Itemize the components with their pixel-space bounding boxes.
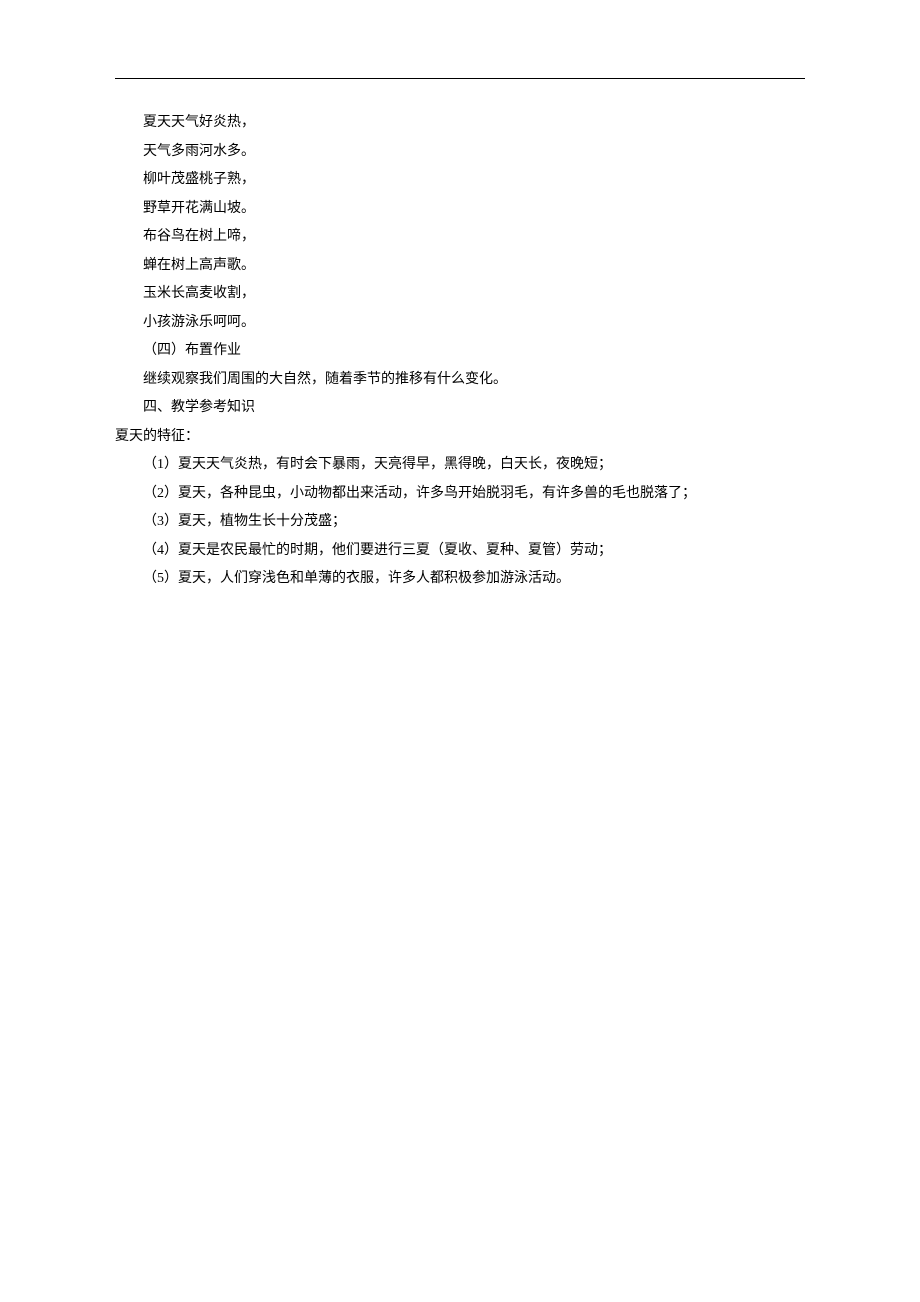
text: （4）夏天是农民最忙的时期，他们要进行三夏（夏收、夏种、夏管）劳动； — [143, 543, 612, 558]
body-line: （3）夏天，植物生长十分茂盛； — [115, 508, 805, 537]
text: 夏天天气好炎热， — [143, 115, 255, 130]
text: 玉米长高麦收割， — [143, 286, 255, 301]
body-line: （四）布置作业 — [115, 337, 805, 366]
body-line: （4）夏天是农民最忙的时期，他们要进行三夏（夏收、夏种、夏管）劳动； — [115, 537, 805, 566]
text: （1）夏天天气炎热，有时会下暴雨，天亮得早，黑得晚，白天长，夜晚短； — [143, 457, 612, 472]
body-line: 夏天的特征： — [115, 423, 805, 452]
body-line: （1）夏天天气炎热，有时会下暴雨，天亮得早，黑得晚，白天长，夜晚短； — [115, 451, 805, 480]
text: 小孩游泳乐呵呵。 — [143, 315, 255, 330]
document-page: 夏天天气好炎热， 天气多雨河水多。 柳叶茂盛桃子熟， 野草开花满山坡。 布谷鸟在… — [0, 0, 920, 594]
body-line: 蝉在树上高声歌。 — [115, 252, 805, 281]
body-line: 玉米长高麦收割， — [115, 280, 805, 309]
body-line: 小孩游泳乐呵呵。 — [115, 309, 805, 338]
text: 布谷鸟在树上啼， — [143, 229, 255, 244]
body-line: 野草开花满山坡。 — [115, 195, 805, 224]
text: 蝉在树上高声歌。 — [143, 258, 255, 273]
body-line: 继续观察我们周围的大自然，随着季节的推移有什么变化。 — [115, 366, 805, 395]
body-line: （5）夏天，人们穿浅色和单薄的衣服，许多人都积极参加游泳活动。 — [115, 565, 805, 594]
text: （5）夏天，人们穿浅色和单薄的衣服，许多人都积极参加游泳活动。 — [143, 571, 570, 586]
text: （2）夏天，各种昆虫，小动物都出来活动，许多鸟开始脱羽毛，有许多兽的毛也脱落了； — [143, 486, 696, 501]
text: 夏天的特征： — [115, 429, 199, 444]
text: （四）布置作业 — [143, 343, 241, 358]
text: 柳叶茂盛桃子熟， — [143, 172, 255, 187]
body-line: 柳叶茂盛桃子熟， — [115, 166, 805, 195]
body-line: 天气多雨河水多。 — [115, 138, 805, 167]
body-line: 四、教学参考知识 — [115, 394, 805, 423]
text: 四、教学参考知识 — [143, 400, 255, 415]
body-line: 布谷鸟在树上啼， — [115, 223, 805, 252]
body-line: （2）夏天，各种昆虫，小动物都出来活动，许多鸟开始脱羽毛，有许多兽的毛也脱落了； — [115, 480, 805, 509]
text: （3）夏天，植物生长十分茂盛； — [143, 514, 346, 529]
body-line: 夏天天气好炎热， — [115, 109, 805, 138]
text: 继续观察我们周围的大自然，随着季节的推移有什么变化。 — [143, 372, 507, 387]
header-rule — [115, 78, 805, 79]
text: 野草开花满山坡。 — [143, 201, 255, 216]
text: 天气多雨河水多。 — [143, 144, 255, 159]
